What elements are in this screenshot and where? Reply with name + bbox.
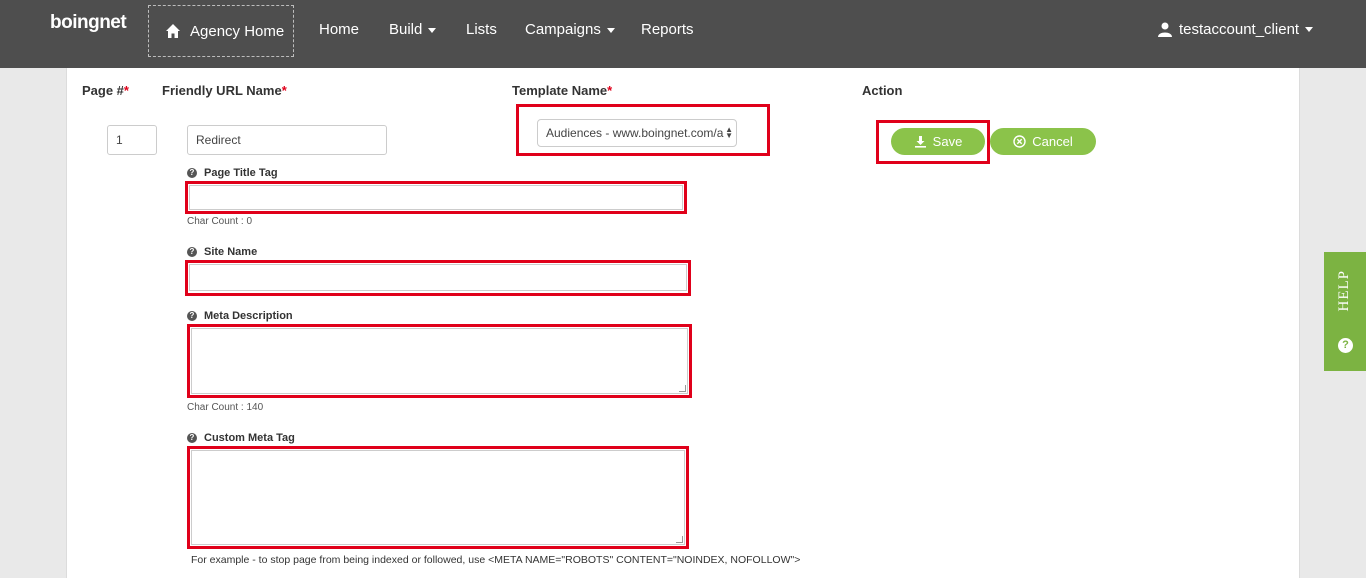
- template-select-value: Audiences - www.boingnet.com/a: [546, 126, 724, 140]
- nav-reports[interactable]: Reports: [641, 21, 694, 38]
- example-hint: For example - to stop page from being in…: [191, 554, 801, 566]
- download-icon: [914, 136, 926, 148]
- page-title-char-count: Char Count : 0: [187, 216, 253, 227]
- header-friendly-url: Friendly URL Name*: [162, 83, 287, 98]
- save-button[interactable]: Save: [891, 128, 985, 155]
- home-icon: [166, 24, 180, 38]
- nav-reports-label: Reports: [641, 21, 694, 38]
- meta-description-label: ? Meta Description: [187, 310, 293, 322]
- page-num-value: 1: [116, 133, 123, 147]
- nav-lists[interactable]: Lists: [466, 21, 497, 38]
- cancel-label: Cancel: [1032, 134, 1073, 149]
- header-page-num: Page #*: [82, 83, 129, 98]
- template-select[interactable]: Audiences - www.boingnet.com/a ▲ ▼: [537, 119, 737, 147]
- help-tab-label: HELP: [1336, 270, 1352, 312]
- save-label: Save: [932, 134, 963, 149]
- friendly-url-value: Redirect: [196, 133, 241, 147]
- help-tab[interactable]: HELP ?: [1324, 252, 1366, 371]
- resize-handle-icon[interactable]: [679, 385, 686, 392]
- help-question-icon: ?: [1338, 338, 1353, 353]
- logo-text: boingnet: [50, 12, 127, 33]
- agency-home-label: Agency Home: [190, 22, 285, 40]
- nav-lists-label: Lists: [466, 21, 497, 38]
- nav-home[interactable]: Home: [319, 21, 359, 38]
- top-navbar: boingnet Agency Home Home Build Lists Ca…: [0, 0, 1366, 68]
- help-question-icon[interactable]: ?: [187, 168, 197, 178]
- user-icon: [1158, 22, 1172, 37]
- select-arrows-icon: ▲ ▼: [725, 125, 733, 140]
- nav-home-label: Home: [319, 21, 360, 38]
- site-name-label: ? Site Name: [187, 246, 257, 258]
- help-question-icon[interactable]: ?: [187, 433, 197, 443]
- header-template-name: Template Name*: [512, 83, 613, 98]
- caret-down-icon: [606, 27, 615, 33]
- resize-handle-icon[interactable]: [676, 536, 683, 543]
- help-question-icon[interactable]: ?: [187, 311, 197, 321]
- help-question-icon[interactable]: ?: [187, 247, 197, 257]
- caret-down-icon: [1305, 27, 1314, 32]
- caret-down-icon: [428, 27, 437, 33]
- nav-campaigns-label: Campaigns: [525, 21, 601, 38]
- cancel-circle-icon: [1013, 135, 1026, 148]
- meta-description-char-count: Char Count : 140: [187, 402, 264, 413]
- agency-home-button[interactable]: Agency Home: [148, 5, 294, 57]
- page-num-input[interactable]: 1: [107, 125, 157, 155]
- friendly-url-input[interactable]: Redirect: [187, 125, 387, 155]
- cancel-button[interactable]: Cancel: [990, 128, 1096, 155]
- nav-build[interactable]: Build: [389, 21, 437, 38]
- page-title-tag-label: ? Page Title Tag: [187, 167, 278, 179]
- meta-description-textarea[interactable]: [191, 328, 688, 394]
- custom-meta-tag-textarea[interactable]: [191, 450, 685, 545]
- custom-meta-tag-label: ? Custom Meta Tag: [187, 432, 295, 444]
- nav-campaigns[interactable]: Campaigns: [525, 21, 615, 38]
- page-title-tag-input[interactable]: [189, 185, 683, 210]
- nav-build-label: Build: [389, 21, 423, 38]
- user-menu[interactable]: testaccount_client: [1158, 21, 1314, 38]
- user-name: testaccount_client: [1179, 21, 1300, 38]
- header-action: Action: [862, 83, 903, 98]
- site-name-input[interactable]: [189, 264, 687, 291]
- boingnet-logo[interactable]: boingnet: [50, 12, 127, 34]
